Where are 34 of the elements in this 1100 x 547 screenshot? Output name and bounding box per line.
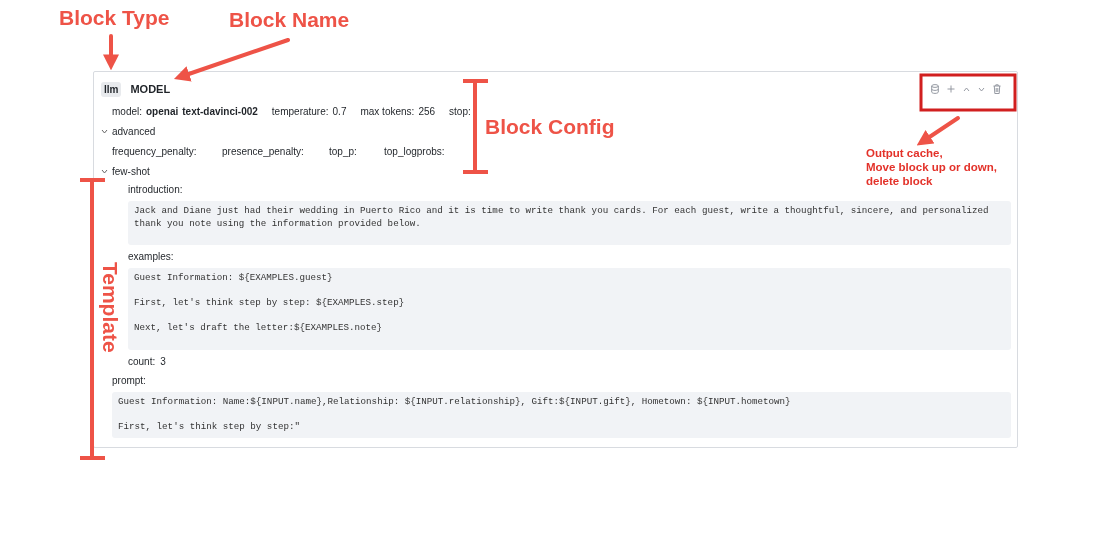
plus-icon[interactable] bbox=[947, 85, 955, 93]
annotation-arrow bbox=[916, 116, 960, 146]
annotation-note: Output cache, Move block up or down, delete block bbox=[866, 146, 997, 188]
config-field: temperature: 0.7 bbox=[271, 105, 347, 117]
text-area[interactable]: Guest Information: Name:${INPUT.name},Relationship: ${INPUT.relationship}, Gift:${INPUT.gift}, Hometown: ${INPUT.hometown} First, let's think step by step:" bbox=[112, 392, 1011, 438]
param-label: top_p: bbox=[329, 145, 358, 157]
param-label: frequency_penalty: bbox=[112, 145, 198, 157]
chevron-icon[interactable] bbox=[101, 168, 108, 174]
field-label: introduction: bbox=[128, 184, 183, 195]
count-value[interactable]: 3 bbox=[160, 356, 166, 367]
field-label: prompt: bbox=[112, 375, 146, 386]
section-toggle[interactable]: few-shot bbox=[112, 165, 150, 177]
text-area[interactable]: Guest Information: ${EXAMPLES.guest} First, let's think step by step: ${EXAMPLES.step} Next, let's draft the letter:${EXAMPLES.note} bbox=[128, 268, 1011, 350]
annotation-label: Template bbox=[100, 262, 121, 353]
chevron-up-icon[interactable] bbox=[963, 86, 970, 92]
annotation-label: Block Name bbox=[229, 8, 350, 32]
chevron-icon[interactable] bbox=[101, 128, 108, 134]
config-field: max tokens: 256 bbox=[360, 105, 436, 117]
block-name: MODEL bbox=[130, 83, 171, 95]
chevron-down-icon[interactable] bbox=[978, 86, 985, 92]
annotation-label: Block Type bbox=[59, 6, 170, 30]
config-field: stop: bbox=[449, 105, 471, 117]
text-area[interactable]: Jack and Diane just had their wedding in Puerto Rico and it is time to write thank you cards. For each guest, write a thoughtful, sincere, and personalized thank you note using the information provided below. bbox=[128, 201, 1011, 245]
param-label: top_logprobs: bbox=[384, 145, 445, 157]
param-label: presence_penalty: bbox=[222, 145, 305, 157]
config-field: model: openai text-davinci-002 bbox=[112, 105, 258, 117]
annotation-label: Block Config bbox=[485, 115, 615, 139]
block-type-badge: llm bbox=[101, 81, 122, 97]
database-icon[interactable] bbox=[931, 84, 939, 94]
trash-icon[interactable] bbox=[993, 84, 1001, 94]
field-label: count: bbox=[128, 356, 156, 367]
field-label: examples: bbox=[128, 251, 174, 262]
annotation-arrow bbox=[103, 34, 119, 71]
section-toggle[interactable]: advanced bbox=[112, 125, 156, 137]
